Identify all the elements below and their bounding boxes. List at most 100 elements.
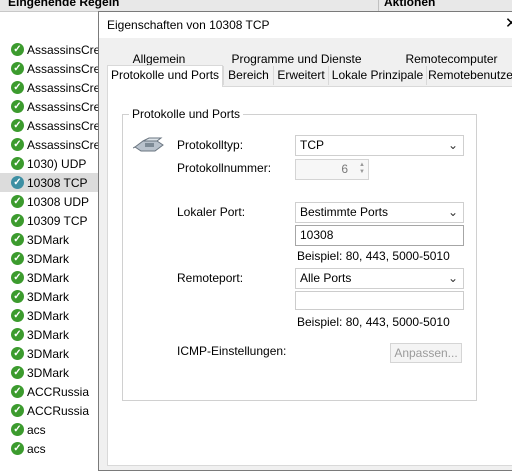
dialog-titlebar[interactable]: Eigenschaften von 10308 TCP ✕ (99, 12, 512, 38)
rule-label: 10309 TCP (27, 213, 88, 228)
check-shield-icon: ✓ (11, 195, 24, 208)
rule-row[interactable]: ✓ 10308 UDP (0, 192, 98, 211)
check-shield-icon: ✓ (11, 62, 24, 75)
tab-bereich[interactable]: Bereich (223, 66, 273, 85)
remote-port-select[interactable]: Alle Ports ⌄ (295, 268, 464, 289)
remote-port-example: Beispiel: 80, 443, 5000-5010 (297, 315, 450, 329)
protocol-type-label: Protokolltyp: (177, 138, 244, 152)
rule-row[interactable]: ✓ AssassinsCre (0, 59, 98, 78)
rule-label: ACCRussia (27, 403, 90, 418)
inbound-rules-title: Eingehende Regeln (8, 0, 120, 9)
protocols-ports-group: Protokolle und Ports Protokolltyp: TCP ⌄… (122, 107, 477, 401)
rule-label: acs (27, 422, 46, 437)
rule-row[interactable]: ✓ 10309 TCP (0, 211, 98, 230)
rule-label: 3DMark (27, 289, 70, 304)
rule-row[interactable]: ✓ 3DMark (0, 306, 98, 325)
rule-row[interactable]: ✓ 3DMark (0, 249, 98, 268)
tab-panel: Protokolle und Ports Protokolltyp: TCP ⌄… (107, 86, 512, 466)
rule-label: AssassinsCre (27, 118, 98, 133)
rule-row[interactable]: ✓ 3DMark (0, 287, 98, 306)
rule-label: AssassinsCre (27, 137, 98, 152)
check-shield-icon: ✓ (11, 138, 24, 151)
rule-row[interactable]: ✓ ACCRussia (0, 401, 98, 420)
check-shield-icon: ✓ (11, 309, 24, 322)
rule-row[interactable]: ✓ AssassinsCre (0, 40, 98, 59)
check-shield-icon: ✓ (11, 81, 24, 94)
check-shield-icon: ✓ (11, 43, 24, 56)
dialog-title: Eigenschaften von 10308 TCP (107, 18, 270, 32)
rule-row[interactable]: ✓ AssassinsCre (0, 116, 98, 135)
rule-label: AssassinsCre (27, 42, 98, 57)
rule-row[interactable]: ✓ 3DMark (0, 268, 98, 287)
protocol-number-label: Protokollnummer: (177, 161, 272, 175)
rule-row[interactable]: ✓ AssassinsCre (0, 97, 98, 116)
rule-row[interactable]: ✓ 1030) UDP (0, 154, 98, 173)
check-shield-icon: ✓ (11, 233, 24, 246)
check-shield-icon: ✓ (11, 157, 24, 170)
rule-label: acs (27, 441, 46, 456)
customize-button[interactable]: Anpassen... (390, 343, 462, 363)
rule-row[interactable]: ✓ AssassinsCre (0, 135, 98, 154)
group-title: Protokolle und Ports (129, 107, 244, 121)
rule-row[interactable]: ✓ ACCRussia (0, 382, 98, 401)
check-shield-icon: ✓ (11, 423, 24, 436)
remote-port-input (295, 291, 464, 310)
properties-dialog: Eigenschaften von 10308 TCP ✕ Allgemein … (98, 11, 512, 471)
local-port-label: Lokaler Port: (177, 205, 246, 219)
check-shield-icon: ✓ (11, 442, 24, 455)
protocol-number-value: 6 (341, 162, 348, 176)
local-port-mode: Bestimmte Ports (300, 205, 389, 219)
check-shield-icon: ✓ (11, 404, 24, 417)
tab-protokolle-und-ports[interactable]: Protokolle und Ports (107, 65, 223, 87)
network-plug-icon (133, 137, 164, 152)
spin-arrows-icon: ▲ ▼ (359, 162, 365, 175)
check-shield-icon: ✓ (11, 290, 24, 303)
rule-row[interactable]: ✓ 3DMark (0, 344, 98, 363)
rule-row[interactable]: ✓ acs (0, 439, 98, 458)
check-shield-icon: ✓ (11, 100, 24, 113)
check-shield-icon: ✓ (11, 366, 24, 379)
rule-row[interactable]: ✓ 10308 TCP (0, 173, 98, 192)
rule-label: 3DMark (27, 346, 70, 361)
check-shield-icon: ✓ (11, 176, 24, 189)
check-shield-icon: ✓ (11, 119, 24, 132)
rule-label: 3DMark (27, 270, 70, 285)
check-shield-icon: ✓ (11, 252, 24, 265)
tab-remotebenutzer[interactable]: Remotebenutzer (426, 66, 512, 85)
local-port-input[interactable]: 10308 (295, 225, 464, 246)
rule-label: AssassinsCre (27, 80, 98, 95)
protocol-type-select[interactable]: TCP ⌄ (295, 135, 464, 156)
rule-label: 10308 TCP (27, 175, 88, 190)
rule-label: 3DMark (27, 327, 70, 342)
icmp-settings-label: ICMP-Einstellungen: (177, 344, 287, 358)
check-shield-icon: ✓ (11, 328, 24, 341)
rule-row[interactable]: ✓ 3DMark (0, 325, 98, 344)
protocol-type-value: TCP (300, 138, 324, 152)
tab-lokale-prinzipale[interactable]: Lokale Prinzipale (328, 66, 426, 85)
rule-row[interactable]: ✓ 3DMark (0, 363, 98, 382)
local-port-example: Beispiel: 80, 443, 5000-5010 (297, 249, 450, 263)
remote-port-label: Remoteport: (177, 271, 244, 285)
close-icon[interactable]: ✕ (505, 12, 512, 38)
rule-label: 3DMark (27, 251, 70, 266)
local-port-select[interactable]: Bestimmte Ports ⌄ (295, 202, 464, 223)
rule-label: AssassinsCre (27, 99, 98, 114)
check-shield-icon: ✓ (11, 385, 24, 398)
rule-label: 3DMark (27, 365, 70, 380)
check-shield-icon: ✓ (11, 347, 24, 360)
chevron-down-icon: ⌄ (447, 138, 458, 152)
rule-label: 10308 UDP (27, 194, 90, 209)
rule-label: 1030) UDP (27, 156, 87, 171)
tab-erweitert[interactable]: Erweitert (273, 66, 328, 85)
check-shield-icon: ✓ (11, 271, 24, 284)
actions-title: Aktionen (384, 0, 436, 9)
remote-port-mode: Alle Ports (300, 271, 352, 285)
chevron-down-icon: ⌄ (447, 271, 458, 285)
check-shield-icon: ✓ (11, 214, 24, 227)
rule-row[interactable]: ✓ acs (0, 420, 98, 439)
rule-label: 3DMark (27, 232, 70, 247)
chevron-down-icon: ⌄ (447, 205, 458, 219)
protocol-number-stepper: 6 ▲ ▼ (295, 159, 369, 180)
rule-row[interactable]: ✓ AssassinsCre (0, 78, 98, 97)
rule-row[interactable]: ✓ 3DMark (0, 230, 98, 249)
